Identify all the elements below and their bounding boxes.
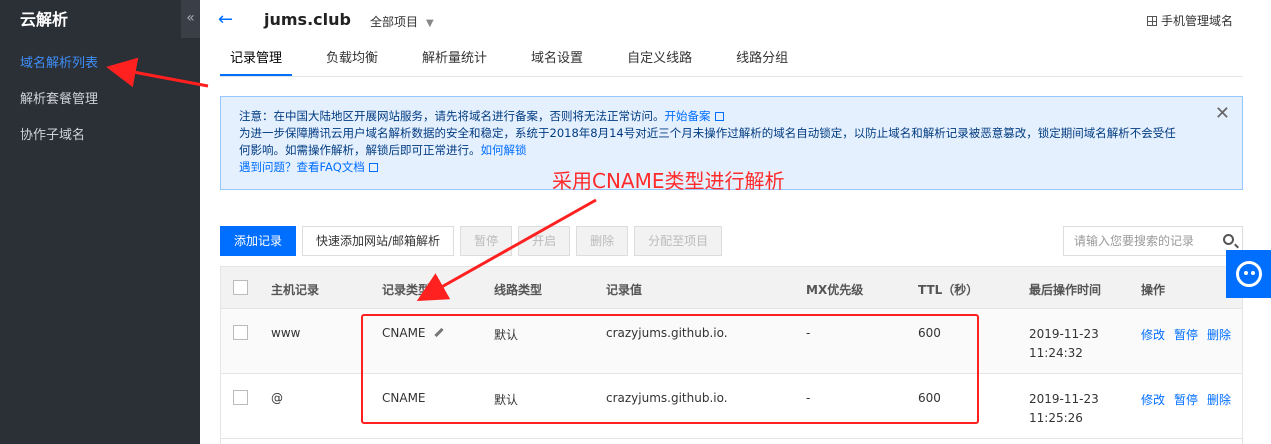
edit-link[interactable]: 修改	[1141, 393, 1165, 407]
tab-domain-settings[interactable]: 域名设置	[531, 44, 583, 76]
annotation-text: 采用CNAME类型进行解析	[552, 169, 785, 193]
table-header: 主机记录 记录类型 线路类型 记录值 MX优先级 TTL（秒） 最后操作时间 操…	[221, 267, 1242, 309]
search-input[interactable]: 请输入您要搜索的记录	[1063, 226, 1243, 256]
pause-button[interactable]: 暂停	[460, 226, 513, 256]
caret-down-icon: ▼	[426, 18, 434, 29]
external-link-icon	[714, 112, 724, 121]
qr-grid-icon	[1146, 16, 1157, 26]
sidebar-title: 云解析	[20, 10, 69, 29]
search-placeholder: 请输入您要搜索的记录	[1074, 234, 1195, 248]
customer-service-button[interactable]	[1226, 250, 1271, 298]
cell-date-text: 2019-11-23	[1029, 327, 1099, 341]
start-filing-link[interactable]: 开始备案	[665, 109, 711, 123]
cell-host: @	[271, 391, 283, 405]
start-button[interactable]: 开启	[518, 226, 571, 256]
header-time: 最后操作时间	[1029, 283, 1102, 297]
assign-project-button[interactable]: 分配至项目	[634, 226, 723, 256]
topbar: ← jums.club 全部项目 ▼ 手机管理域名	[200, 0, 1271, 40]
search-icon[interactable]	[1223, 234, 1234, 245]
collapse-sidebar-icon[interactable]: «	[181, 0, 200, 38]
quick-add-button[interactable]: 快速添加网站/邮箱解析	[302, 226, 455, 256]
tab-load-balance[interactable]: 负载均衡	[326, 44, 378, 76]
tab-statistics[interactable]: 解析量统计	[422, 44, 487, 76]
header-type: 记录类型	[382, 283, 431, 297]
header-value: 记录值	[606, 283, 643, 297]
tab-line-group[interactable]: 线路分组	[736, 44, 788, 76]
project-select[interactable]: 全部项目 ▼	[370, 13, 434, 30]
notice-line-2: 为进一步保障腾讯云用户域名解析数据的安全和稳定，系统于2018年8月14号对近三…	[239, 126, 1176, 140]
header-line: 线路类型	[494, 283, 543, 297]
notice-text-3: 何影响。如需操作解析，解锁后即可正常进行。	[239, 143, 481, 157]
delete-link[interactable]: 删除	[1207, 393, 1231, 407]
pause-link[interactable]: 暂停	[1174, 328, 1198, 342]
header-actions: 操作	[1141, 283, 1166, 297]
cell-time: 2019-11-23 11:25:26	[1029, 390, 1099, 428]
notice-line-1: 注意：在中国大陆地区开展网站服务，请先将域名进行备案，否则将无法正常访问。开始备…	[239, 108, 1224, 125]
sidebar-item-subdomain[interactable]: 协作子域名	[0, 118, 200, 154]
cell-actions: 修改 暂停 删除	[1141, 326, 1240, 343]
header-ttl: TTL（秒）	[918, 283, 979, 297]
external-link-icon	[368, 163, 378, 172]
support-face-icon	[1236, 261, 1262, 287]
pause-link[interactable]: 暂停	[1174, 393, 1198, 407]
cell-actions: 修改 暂停 删除	[1141, 391, 1240, 408]
how-to-unlock-link[interactable]: 如何解锁	[481, 143, 527, 157]
edit-link[interactable]: 修改	[1141, 328, 1165, 342]
select-all-checkbox[interactable]	[233, 280, 248, 295]
mobile-manage-label: 手机管理域名	[1160, 14, 1233, 28]
back-arrow-icon[interactable]: ←	[218, 9, 233, 30]
tab-custom-line[interactable]: 自定义线路	[627, 44, 692, 76]
cell-time-text: 11:25:26	[1029, 411, 1083, 425]
cell-time-text: 11:24:32	[1029, 346, 1083, 360]
sidebar-item-package[interactable]: 解析套餐管理	[0, 82, 200, 118]
tab-bar: 记录管理 负载均衡 解析量统计 域名设置 自定义线路 线路分组	[220, 44, 832, 76]
sidebar: 云解析 « 域名解析列表 解析套餐管理 协作子域名	[0, 0, 200, 444]
sidebar-item-domain-list[interactable]: 域名解析列表	[0, 46, 200, 82]
add-record-button[interactable]: 添加记录	[220, 226, 297, 256]
cell-host: www	[271, 326, 301, 340]
cell-date-text: 2019-11-23	[1029, 392, 1099, 406]
delete-link[interactable]: 删除	[1207, 328, 1231, 342]
domain-title: jums.club	[264, 10, 351, 29]
project-select-label: 全部项目	[370, 15, 419, 29]
tabs-divider	[220, 76, 1243, 77]
row-checkbox[interactable]	[233, 325, 248, 340]
tab-records[interactable]: 记录管理	[220, 44, 293, 76]
mobile-manage-link[interactable]: 手机管理域名	[1146, 12, 1233, 29]
notice-text-1: 注意：在中国大陆地区开展网站服务，请先将域名进行备案，否则将无法正常访问。	[239, 109, 665, 123]
support-eye-icon	[1244, 271, 1248, 275]
toolbar: 添加记录 快速添加网站/邮箱解析 暂停 开启 删除 分配至项目	[220, 226, 728, 256]
close-icon[interactable]: ✕	[1215, 105, 1230, 123]
notice-line-3: 何影响。如需操作解析，解锁后即可正常进行。如何解锁	[239, 142, 1224, 159]
support-eye-icon	[1251, 271, 1255, 275]
highlight-box	[361, 314, 979, 424]
header-host: 主机记录	[271, 283, 320, 297]
row-checkbox[interactable]	[233, 390, 248, 405]
header-mx: MX优先级	[806, 283, 864, 297]
delete-button[interactable]: 删除	[576, 226, 629, 256]
faq-link[interactable]: 遇到问题？查看FAQ文档	[239, 160, 365, 174]
cell-time: 2019-11-23 11:24:32	[1029, 325, 1099, 363]
